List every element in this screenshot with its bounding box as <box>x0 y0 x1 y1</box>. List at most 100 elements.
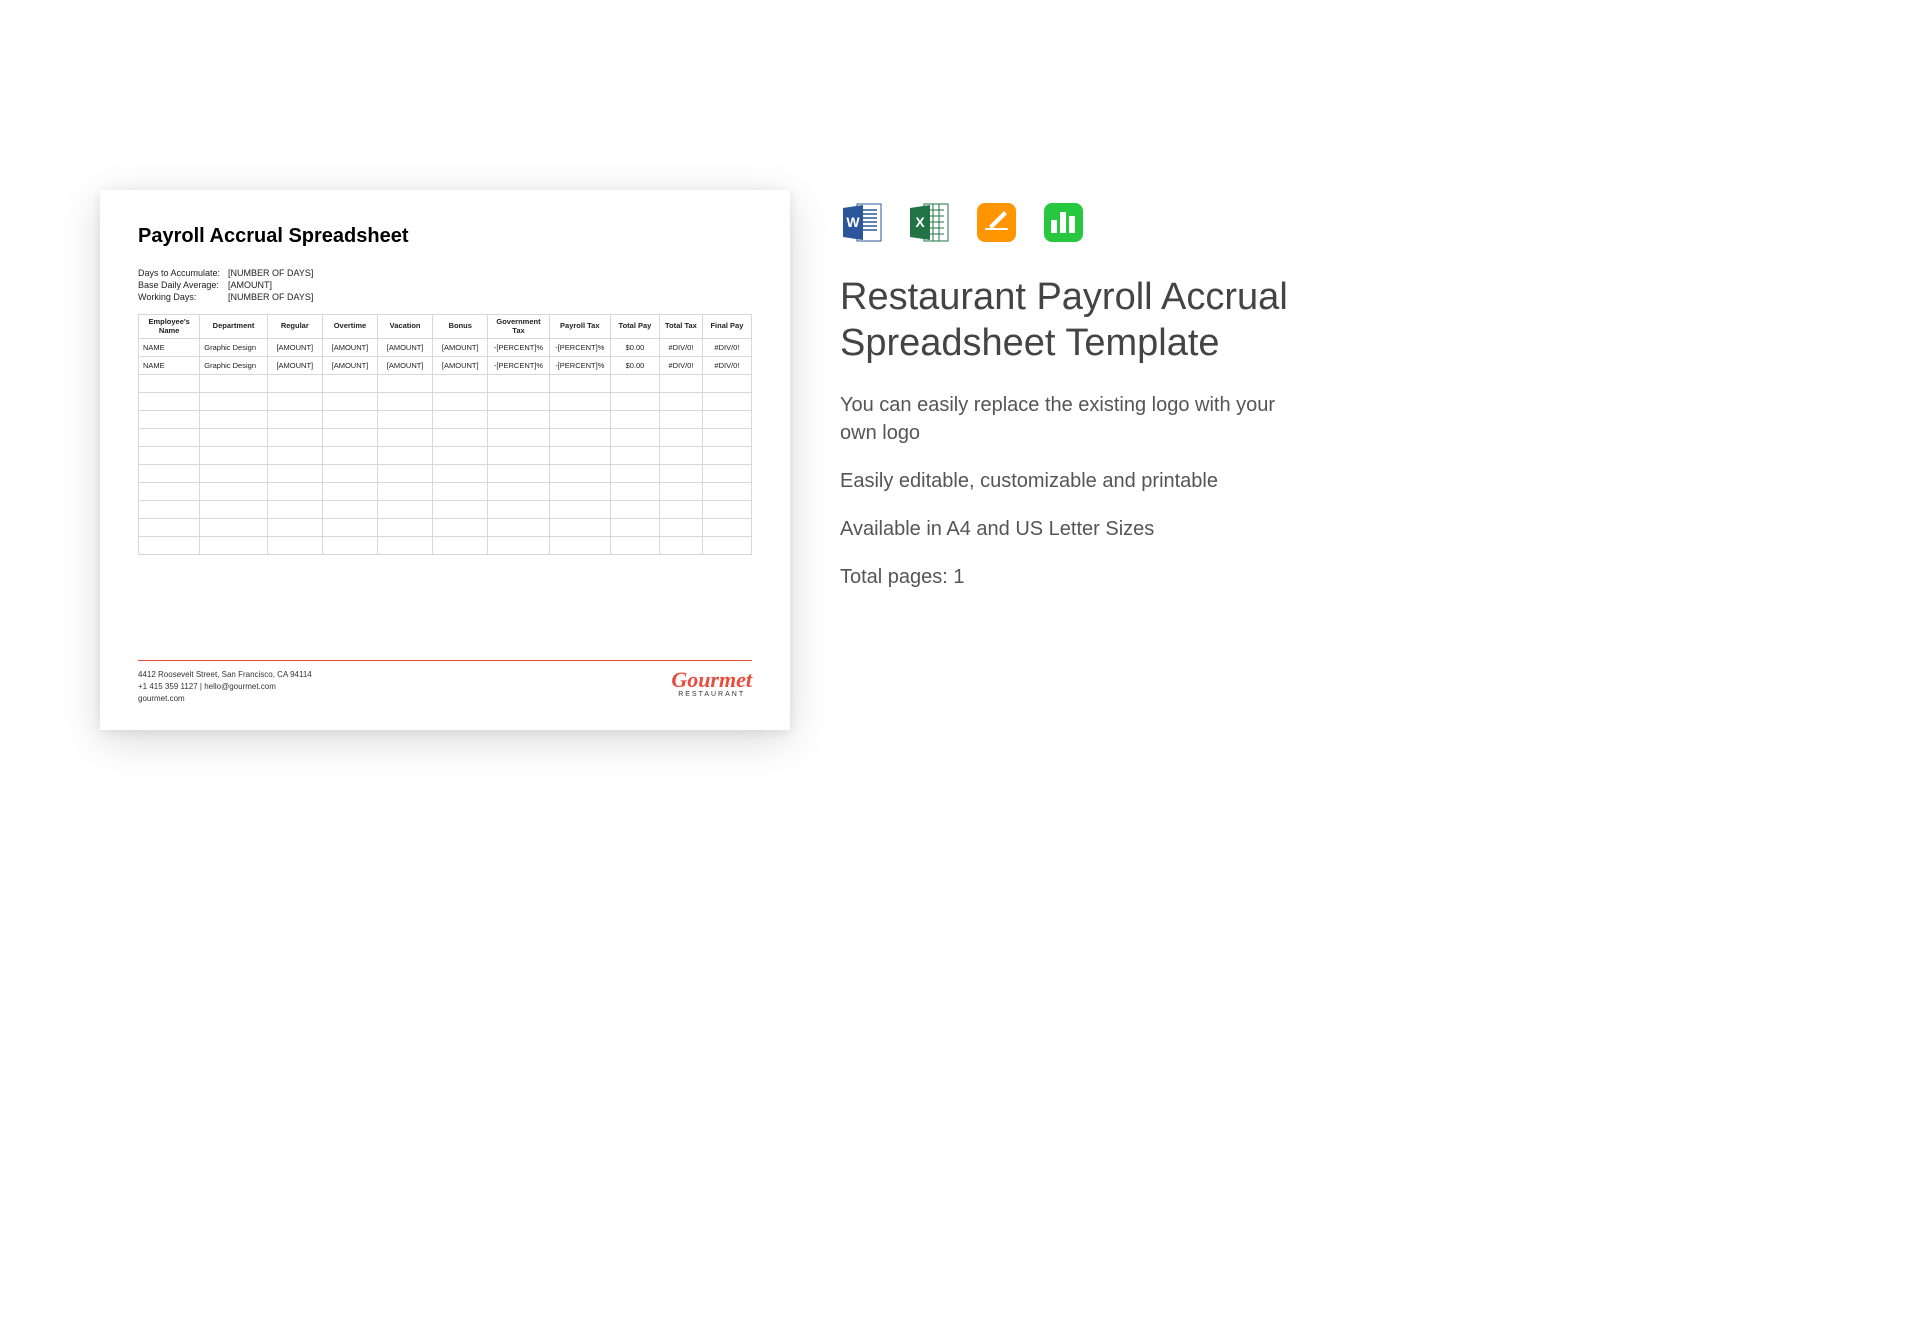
table-row-empty <box>139 429 752 447</box>
table-cell-empty <box>267 501 322 519</box>
table-cell-empty <box>433 501 488 519</box>
table-cell-empty <box>488 393 549 411</box>
table-cell-empty <box>488 483 549 501</box>
table-row-empty <box>139 411 752 429</box>
numbers-icon <box>1041 200 1086 245</box>
template-desc-1: You can easily replace the existing logo… <box>840 391 1300 447</box>
table-cell-empty <box>549 483 610 501</box>
table-cell-empty <box>200 429 267 447</box>
table-cell-empty <box>702 519 751 537</box>
table-cell-empty <box>549 501 610 519</box>
table-cell: #DIV/0! <box>702 339 751 357</box>
table-cell: Graphic Design <box>200 357 267 375</box>
table-cell: #DIV/0! <box>659 339 702 357</box>
table-cell-empty <box>488 447 549 465</box>
table-cell-empty <box>139 429 200 447</box>
table-cell-empty <box>378 393 433 411</box>
table-cell-empty <box>433 375 488 393</box>
table-cell: [AMOUNT] <box>322 339 377 357</box>
footer-address: 4412 Roosevelt Street, San Francisco, CA… <box>138 669 312 681</box>
table-cell-empty <box>322 465 377 483</box>
table-row-empty <box>139 501 752 519</box>
table-cell: #DIV/0! <box>702 357 751 375</box>
table-cell-empty <box>659 483 702 501</box>
svg-text:W: W <box>846 214 860 230</box>
table-cell-empty <box>200 519 267 537</box>
table-row-empty <box>139 447 752 465</box>
table-cell-empty <box>610 411 659 429</box>
table-cell-empty <box>488 411 549 429</box>
table-cell-empty <box>549 447 610 465</box>
table-cell-empty <box>549 375 610 393</box>
table-cell-empty <box>610 429 659 447</box>
table-cell-empty <box>267 519 322 537</box>
table-row-empty <box>139 375 752 393</box>
th-govtax: Government Tax <box>488 315 549 339</box>
table-cell-empty <box>139 447 200 465</box>
table-cell-empty <box>702 393 751 411</box>
table-cell-empty <box>322 447 377 465</box>
table-cell-empty <box>610 519 659 537</box>
table-cell-empty <box>200 501 267 519</box>
table-cell-empty <box>139 519 200 537</box>
table-cell: [AMOUNT] <box>378 339 433 357</box>
table-cell-empty <box>433 393 488 411</box>
table-row: NAMEGraphic Design[AMOUNT][AMOUNT][AMOUN… <box>139 357 752 375</box>
meta-days-label: Days to Accumulate: <box>138 268 228 278</box>
table-cell-empty <box>322 393 377 411</box>
table-cell-empty <box>488 501 549 519</box>
table-cell-empty <box>659 393 702 411</box>
th-overtime: Overtime <box>322 315 377 339</box>
th-totalpay: Total Pay <box>610 315 659 339</box>
table-cell-empty <box>200 411 267 429</box>
table-cell-empty <box>378 537 433 555</box>
table-cell: NAME <box>139 339 200 357</box>
table-cell-empty <box>267 429 322 447</box>
table-cell-empty <box>378 411 433 429</box>
table-cell-empty <box>378 501 433 519</box>
table-cell-empty <box>378 519 433 537</box>
table-cell-empty <box>702 447 751 465</box>
table-cell-empty <box>702 411 751 429</box>
table-cell-empty <box>433 483 488 501</box>
table-cell-empty <box>322 483 377 501</box>
table-header-row: Employee's Name Department Regular Overt… <box>139 315 752 339</box>
table-cell-empty <box>488 519 549 537</box>
table-cell: [AMOUNT] <box>378 357 433 375</box>
table-cell-empty <box>659 429 702 447</box>
table-cell-empty <box>488 537 549 555</box>
table-cell-empty <box>378 465 433 483</box>
word-icon: W <box>840 200 885 245</box>
table-cell-empty <box>267 465 322 483</box>
table-cell-empty <box>702 375 751 393</box>
table-cell: [AMOUNT] <box>322 357 377 375</box>
meta-working-label: Working Days: <box>138 292 228 302</box>
table-cell-empty <box>267 375 322 393</box>
table-cell-empty <box>139 375 200 393</box>
table-cell-empty <box>610 501 659 519</box>
table-cell-empty <box>200 537 267 555</box>
table-cell-empty <box>378 483 433 501</box>
table-cell-empty <box>702 537 751 555</box>
table-cell-empty <box>200 483 267 501</box>
table-cell-empty <box>200 465 267 483</box>
spreadsheet-title: Payroll Accrual Spreadsheet <box>138 225 752 248</box>
table-cell-empty <box>433 447 488 465</box>
table-cell-empty <box>267 483 322 501</box>
th-totaltax: Total Tax <box>659 315 702 339</box>
table-cell-empty <box>610 465 659 483</box>
meta-section: Days to Accumulate: [NUMBER OF DAYS] Bas… <box>138 268 752 304</box>
info-panel: W X <box>840 190 1300 611</box>
table-cell: NAME <box>139 357 200 375</box>
table-row-empty <box>139 483 752 501</box>
table-cell-empty <box>322 537 377 555</box>
table-cell-empty <box>659 465 702 483</box>
table-cell-empty <box>549 519 610 537</box>
table-cell-empty <box>610 447 659 465</box>
table-cell-empty <box>659 501 702 519</box>
table-cell-empty <box>659 411 702 429</box>
th-vacation: Vacation <box>378 315 433 339</box>
brand-name: Gourmet <box>671 669 752 691</box>
table-cell-empty <box>659 375 702 393</box>
table-cell-empty <box>139 537 200 555</box>
